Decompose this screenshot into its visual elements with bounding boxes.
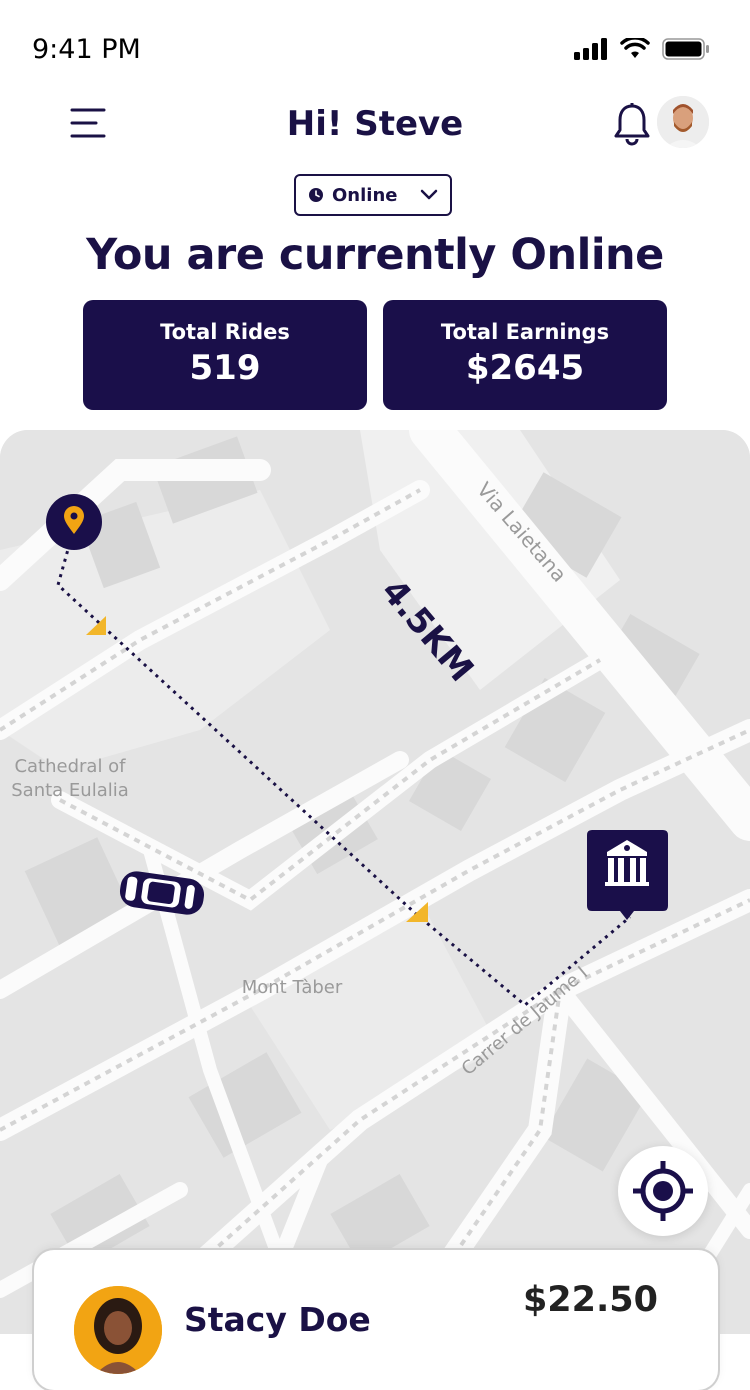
ride-fare: $22.50: [522, 1280, 658, 1320]
rider-avatar: [74, 1286, 162, 1374]
online-status-dropdown[interactable]: Online: [294, 174, 452, 216]
ride-request-card[interactable]: Stacy Doe $22.50: [34, 1250, 718, 1390]
avatar-image: [657, 96, 709, 148]
app-header: Hi! Steve: [0, 96, 750, 156]
status-bar: 9:41 PM: [0, 0, 750, 100]
chevron-down-icon: [420, 189, 438, 200]
place-label-mont-taber: Mont Tàber: [242, 977, 343, 998]
notifications-button[interactable]: [612, 102, 652, 146]
rider-avatar-image: [74, 1286, 162, 1374]
rider-name: Stacy Doe: [184, 1300, 371, 1339]
total-earnings-label: Total Earnings: [440, 320, 610, 344]
wifi-icon: [620, 38, 650, 58]
total-rides-value: 519: [189, 348, 261, 388]
recenter-target-icon: [633, 1161, 693, 1221]
online-headline: You are currently Online: [86, 230, 664, 280]
total-rides-label: Total Rides: [160, 320, 290, 344]
destination-marker[interactable]: [587, 830, 668, 920]
status-icons: [574, 38, 710, 60]
clock-icon: [309, 188, 323, 202]
online-status-value: Online: [332, 184, 398, 206]
bell-icon: [614, 103, 650, 146]
recenter-button[interactable]: [618, 1146, 708, 1236]
total-earnings-value: $2645: [465, 348, 585, 388]
place-label-cathedral-line2: Santa Eulalia: [11, 780, 129, 801]
battery-icon: [662, 38, 709, 60]
status-time: 9:41 PM: [32, 34, 141, 65]
place-label-cathedral-line1: Cathedral of: [14, 756, 126, 777]
profile-avatar[interactable]: [657, 96, 709, 148]
signal-icon: [574, 38, 607, 60]
total-earnings-card: Total Earnings $2645: [383, 300, 667, 410]
total-rides-card: Total Rides 519: [83, 300, 367, 410]
origin-pin[interactable]: [46, 494, 102, 550]
